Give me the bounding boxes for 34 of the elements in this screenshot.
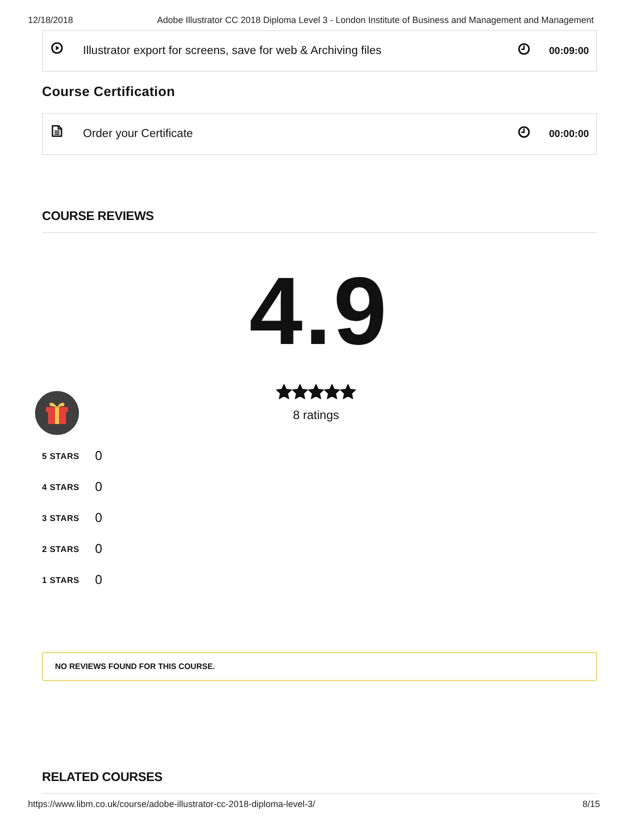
rating-count: 0 bbox=[95, 448, 102, 463]
play-icon bbox=[51, 42, 63, 54]
print-date: 12/18/2018 bbox=[28, 14, 74, 26]
star-level-label: 2 STARS bbox=[42, 544, 80, 554]
duration-text: 00:00:00 bbox=[548, 128, 589, 140]
average-rating: 4.9 bbox=[249, 264, 389, 360]
star-filled-icon bbox=[324, 384, 340, 400]
document-icon bbox=[51, 125, 63, 137]
gift-icon bbox=[35, 391, 79, 435]
star-filled-icon bbox=[340, 384, 356, 400]
clock-icon bbox=[518, 43, 530, 55]
star-filled-icon bbox=[308, 384, 324, 400]
rating-count: 0 bbox=[95, 572, 102, 587]
duration-text: 00:09:00 bbox=[548, 46, 589, 56]
rating-count: 0 bbox=[95, 479, 102, 494]
section-heading: Course Certification bbox=[42, 83, 176, 101]
star-level-label: 3 STARS bbox=[42, 512, 80, 522]
notice-message: NO REVIEWS FOUND FOR THIS COURSE. bbox=[42, 652, 597, 681]
lesson-title: Order your Certificate bbox=[82, 128, 193, 140]
clock-icon bbox=[518, 126, 530, 138]
page-number: 8/15 bbox=[582, 798, 600, 810]
ratings-count: 8 ratings bbox=[292, 408, 340, 423]
rating-count: 0 bbox=[95, 541, 102, 556]
related-heading: RELATED COURSES bbox=[42, 769, 162, 786]
star-level-label: 1 STARS bbox=[42, 574, 80, 584]
document-title: Adobe Illustrator CC 2018 Diploma Level 3 - London Institute of Business and Management and Management bbox=[157, 14, 594, 26]
star-level-label: 4 STARS bbox=[42, 482, 80, 492]
star-filled-icon bbox=[292, 384, 308, 400]
star-level-label: 5 STARS bbox=[42, 450, 80, 460]
star-filled-icon bbox=[276, 384, 292, 400]
page-url: https://www.libm.co.uk/course/adobe-illustrator-cc-2018-diploma-level-3/ bbox=[28, 798, 316, 810]
rating-count: 0 bbox=[95, 510, 102, 525]
lesson-title: Illustrator export for screens, save for web & Archiving files bbox=[82, 45, 382, 57]
reviews-heading: COURSE REVIEWS bbox=[42, 208, 154, 225]
